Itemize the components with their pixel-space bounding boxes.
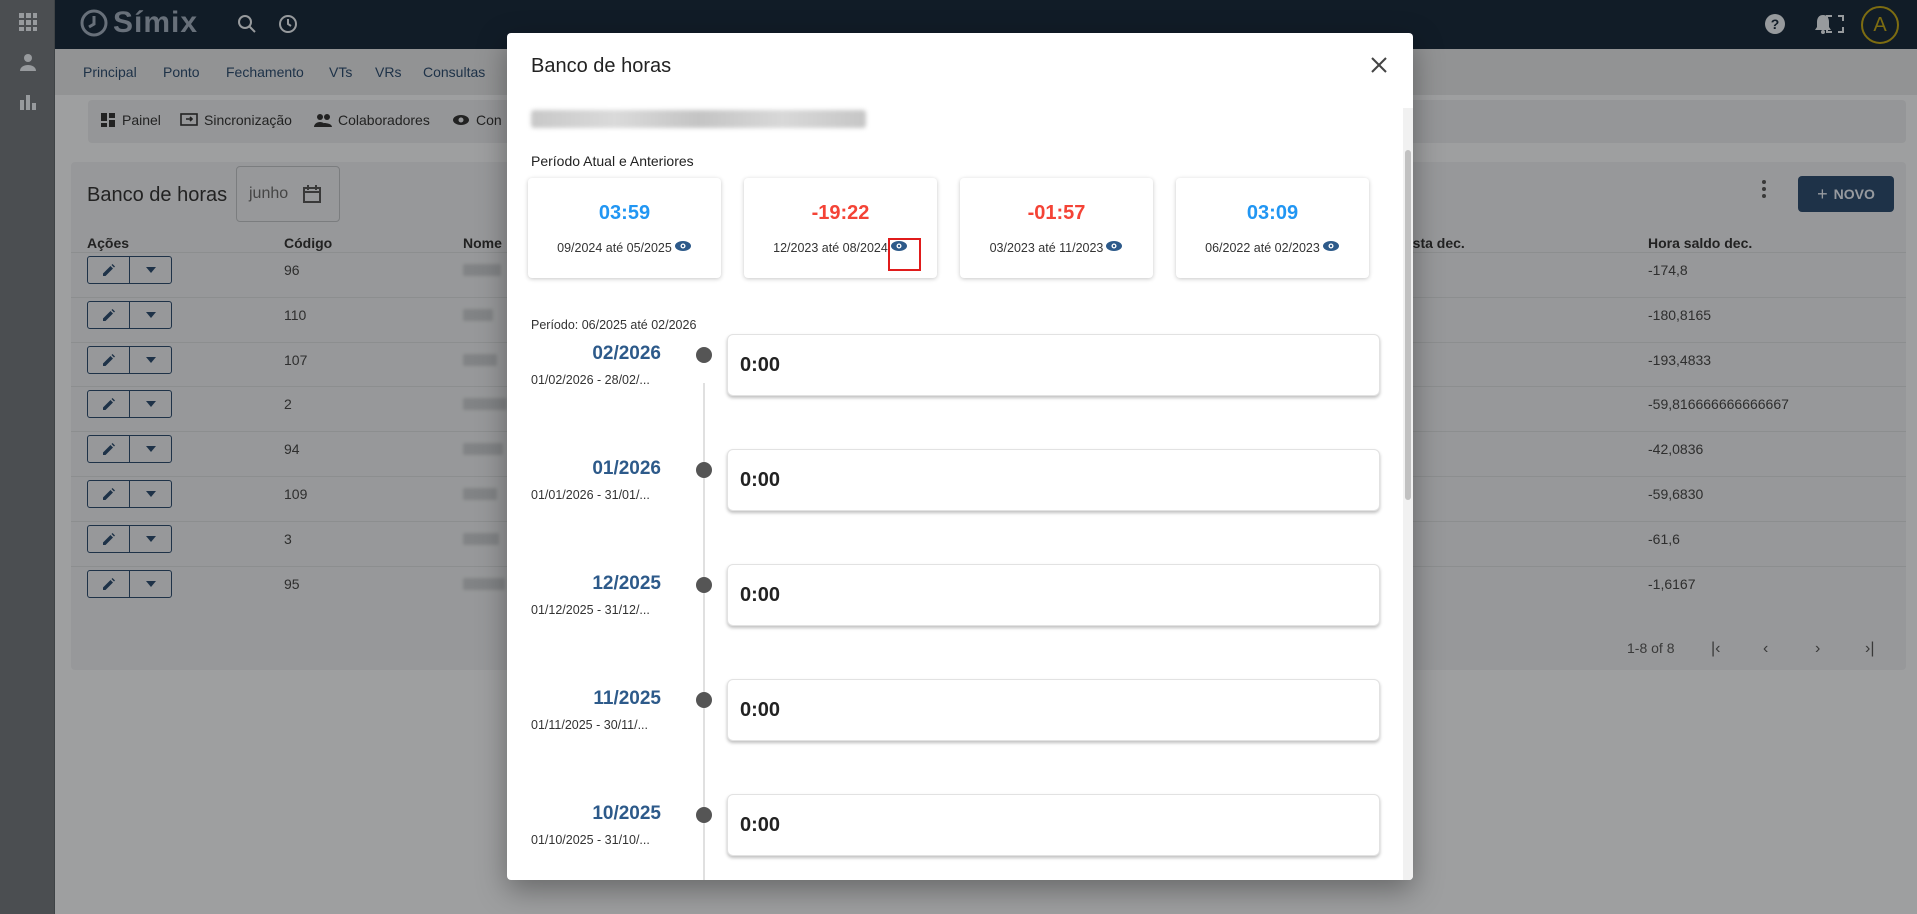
close-icon[interactable]	[1367, 53, 1391, 77]
period-range-row: 09/2024 até 05/2025	[528, 240, 721, 255]
eye-icon[interactable]	[1105, 240, 1123, 255]
timeline-range: 01/11/2025 - 30/11/...	[531, 718, 648, 732]
timeline-month: 01/2026	[592, 458, 661, 479]
period-value: 03:09	[1246, 202, 1299, 224]
period-range-row: 06/2022 até 02/2023	[1176, 240, 1369, 255]
timeline-month: 10/2025	[592, 803, 661, 824]
timeline-month: 11/2025	[593, 688, 661, 709]
modal-title: Banco de horas	[531, 55, 672, 77]
section-label: Período Atual e Anteriores	[531, 153, 694, 169]
timeline-dot	[696, 577, 712, 593]
period-range: 12/2023 até 08/2024	[773, 240, 888, 255]
period-range: 09/2024 até 05/2025	[557, 240, 672, 255]
timeline-dot	[696, 462, 712, 478]
timeline-range: 01/12/2025 - 31/12/...	[531, 603, 650, 617]
period-card: -01:57 03/2023 até 11/2023	[960, 178, 1153, 278]
timeline-range: 01/02/2026 - 28/02/...	[531, 373, 650, 387]
timeline-range: 01/01/2026 - 31/01/...	[531, 488, 650, 502]
timeline-value-box[interactable]: 0:00	[727, 794, 1380, 856]
timeline-month: 02/2026	[592, 343, 661, 364]
timeline-value-box[interactable]: 0:00	[727, 679, 1380, 741]
scrollbar-thumb[interactable]	[1405, 150, 1411, 500]
period-range: 06/2022 até 02/2023	[1205, 240, 1320, 255]
banco-de-horas-modal: Banco de horas Período Atual e Anteriore…	[507, 33, 1413, 880]
period-range-row: 03/2023 até 11/2023	[960, 240, 1153, 255]
timeline-range: 01/10/2025 - 31/10/...	[531, 833, 650, 847]
modal-scrollbar[interactable]	[1403, 108, 1413, 880]
timeline-dot	[696, 807, 712, 823]
timeline-month: 12/2025	[592, 573, 661, 594]
eye-icon[interactable]	[1322, 240, 1340, 255]
timeline-dot	[696, 692, 712, 708]
timeline-value: 0:00	[740, 698, 781, 721]
timeline-value: 0:00	[740, 353, 781, 376]
timeline-value: 0:00	[740, 583, 781, 606]
timeline-value-box[interactable]: 0:00	[727, 564, 1380, 626]
timeline-value-box[interactable]: 0:00	[727, 449, 1380, 511]
timeline-dot	[696, 347, 712, 363]
period-card: 03:09 06/2022 até 02/2023	[1176, 178, 1369, 278]
period-value: -19:22	[811, 202, 870, 224]
period-label: Período: 06/2025 até 02/2026	[531, 318, 697, 332]
period-value: -01:57	[1027, 202, 1086, 224]
timeline-value: 0:00	[740, 468, 781, 491]
period-range: 03/2023 até 11/2023	[989, 240, 1104, 255]
highlight-box	[888, 238, 921, 271]
timeline-line	[703, 383, 705, 880]
eye-icon[interactable]	[674, 240, 692, 255]
period-value: 03:59	[598, 202, 651, 224]
employee-name-redacted	[531, 110, 866, 128]
timeline-value: 0:00	[740, 813, 781, 836]
timeline-value-box[interactable]: 0:00	[727, 334, 1380, 396]
period-card: 03:59 09/2024 até 05/2025	[528, 178, 721, 278]
